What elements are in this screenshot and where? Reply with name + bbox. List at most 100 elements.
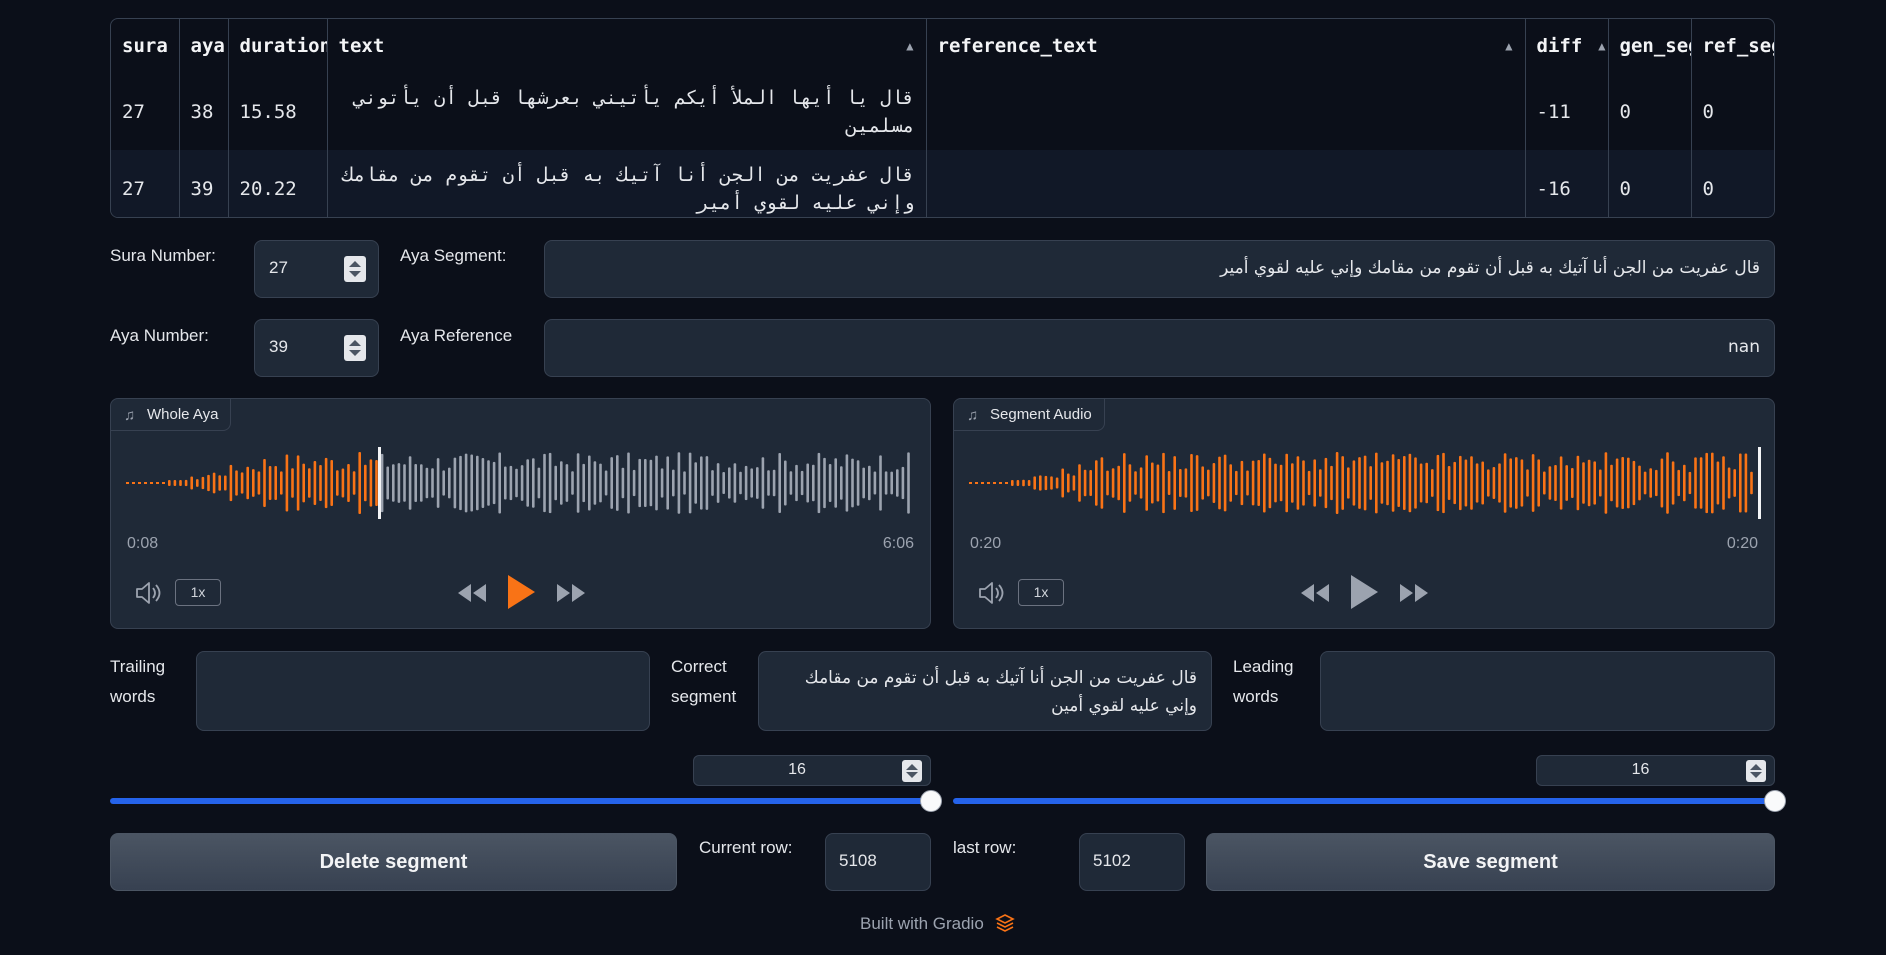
waveform-dot bbox=[1005, 482, 1008, 484]
segment-audio-waveform[interactable] bbox=[969, 447, 1761, 519]
playhead-cursor[interactable] bbox=[1758, 447, 1761, 519]
waveform-bar bbox=[179, 480, 182, 486]
aya-number-input[interactable]: 39 bbox=[254, 319, 379, 377]
whole-aya-waveform[interactable] bbox=[126, 447, 918, 519]
cell-gen-seg[interactable]: 0 bbox=[1608, 73, 1692, 150]
col-header-text[interactable]: text ▲ bbox=[327, 19, 927, 73]
sura-number-label: Sura Number: bbox=[110, 246, 216, 265]
col-header-gen-seg[interactable]: gen_seg bbox=[1608, 19, 1692, 73]
stepper-icon[interactable] bbox=[344, 335, 366, 361]
playback-speed-button[interactable]: 1x bbox=[175, 579, 221, 606]
sort-up-icon[interactable]: ▲ bbox=[1598, 39, 1605, 53]
col-header-aya[interactable]: aya bbox=[179, 19, 229, 73]
play-icon[interactable] bbox=[505, 573, 537, 611]
right-slider-thumb[interactable] bbox=[1764, 790, 1786, 812]
current-row-field[interactable]: 5108 bbox=[825, 833, 931, 891]
waveform-bar bbox=[1123, 453, 1126, 513]
correct-segment-field[interactable]: قال عفريت من الجن أنا آتيك به قبل أن تقو… bbox=[758, 651, 1212, 731]
waveform-bar bbox=[453, 457, 457, 509]
right-slider-track[interactable] bbox=[953, 798, 1775, 804]
table-row[interactable]: 27 39 20.22 قال عفريت من الجن أنا آتيك ب… bbox=[111, 150, 1774, 217]
sort-up-icon[interactable]: ▲ bbox=[1505, 39, 1512, 53]
cell-sura[interactable]: 27 bbox=[111, 73, 180, 150]
col-header-diff[interactable]: diff ▲ bbox=[1525, 19, 1609, 73]
cell-duration[interactable]: 15.58 bbox=[228, 73, 328, 150]
segment-current-time: 0:20 bbox=[970, 535, 1002, 552]
waveform-bar bbox=[1727, 467, 1731, 499]
cell-diff[interactable]: -11 bbox=[1525, 73, 1609, 150]
fast-forward-icon[interactable] bbox=[555, 581, 587, 605]
col-header-reference-text[interactable]: reference_text ▲ bbox=[926, 19, 1526, 73]
waveform-bar bbox=[728, 467, 731, 499]
playhead-cursor[interactable] bbox=[378, 447, 381, 519]
table-row[interactable]: 27 38 15.58 قال يا أيها الملأ أيكم يأتين… bbox=[111, 73, 1774, 150]
waveform-bar bbox=[431, 468, 434, 498]
left-slider-track[interactable] bbox=[110, 798, 931, 804]
waveform-bar bbox=[784, 460, 787, 506]
waveform-bar bbox=[1033, 476, 1036, 490]
cell-gen-seg[interactable]: 0 bbox=[1608, 150, 1692, 217]
col-header-ref-seg[interactable]: ref_seg bbox=[1691, 19, 1774, 73]
volume-icon[interactable] bbox=[135, 581, 163, 605]
waveform-bar bbox=[459, 455, 462, 511]
current-row-value: 5108 bbox=[839, 851, 877, 870]
waveform-bar bbox=[408, 456, 412, 510]
waveform-bar bbox=[504, 466, 507, 500]
rewind-icon[interactable] bbox=[456, 581, 488, 605]
cell-ref-seg[interactable]: 0 bbox=[1691, 73, 1774, 150]
right-slider-number-input[interactable]: 16 bbox=[1536, 755, 1775, 786]
leading-words-field[interactable] bbox=[1320, 651, 1775, 731]
sura-number-input[interactable]: 27 bbox=[254, 240, 379, 298]
footer-link[interactable]: Built with Gradio bbox=[860, 914, 1015, 934]
waveform-bar bbox=[397, 463, 401, 503]
aya-segment-field[interactable]: قال عفريت من الجن أنا آتيك به قبل أن تقو… bbox=[544, 240, 1775, 298]
cell-duration[interactable]: 20.22 bbox=[228, 150, 328, 217]
waveform-bar bbox=[207, 474, 210, 492]
waveform-bar bbox=[660, 468, 664, 498]
col-header-duration[interactable]: duration bbox=[228, 19, 328, 73]
waveform-bar bbox=[240, 472, 244, 494]
cell-reference-text[interactable] bbox=[926, 73, 1526, 150]
stepper-icon[interactable] bbox=[344, 256, 366, 282]
cell-ref-seg[interactable]: 0 bbox=[1691, 150, 1774, 217]
rewind-icon[interactable] bbox=[1299, 581, 1331, 605]
stepper-icon[interactable] bbox=[902, 760, 922, 782]
left-slider-thumb[interactable] bbox=[920, 790, 942, 812]
playback-speed-button[interactable]: 1x bbox=[1018, 579, 1064, 606]
waveform-bar bbox=[375, 460, 378, 506]
col-header-sura[interactable]: sura bbox=[111, 19, 180, 73]
cell-sura[interactable]: 27 bbox=[111, 150, 180, 217]
sort-up-icon[interactable]: ▲ bbox=[906, 39, 913, 53]
waveform-bar bbox=[1212, 462, 1216, 504]
cell-diff[interactable]: -16 bbox=[1525, 150, 1609, 217]
waveform-bar bbox=[1078, 464, 1081, 502]
aya-reference-field[interactable]: nan bbox=[544, 319, 1775, 377]
waveform-bar bbox=[425, 467, 429, 499]
cell-text[interactable]: قال عفريت من الجن أنا آتيك به قبل أن تقو… bbox=[327, 150, 927, 217]
left-slider-number-input[interactable]: 16 bbox=[693, 755, 931, 786]
waveform-bar bbox=[666, 456, 669, 510]
stepper-icon[interactable] bbox=[1746, 760, 1766, 782]
waveform-bar bbox=[1531, 454, 1535, 512]
waveform-bar bbox=[1688, 471, 1692, 495]
cell-aya[interactable]: 38 bbox=[179, 73, 229, 150]
play-icon[interactable] bbox=[1348, 573, 1380, 611]
cell-text[interactable]: قال يا أيها الملأ أيكم يأتيني بعرشها قبل… bbox=[327, 73, 927, 150]
waveform-bar bbox=[711, 470, 714, 496]
delete-segment-button[interactable]: Delete segment bbox=[110, 833, 677, 891]
waveform-bar bbox=[1739, 453, 1742, 513]
waveform-bar bbox=[901, 466, 905, 500]
last-row-field[interactable]: 5102 bbox=[1079, 833, 1185, 891]
save-segment-button[interactable]: Save segment bbox=[1206, 833, 1775, 891]
table-header-row: sura aya duration text ▲ reference_text ▲ … bbox=[111, 19, 1774, 73]
fast-forward-icon[interactable] bbox=[1398, 581, 1430, 605]
cell-reference-text[interactable] bbox=[926, 150, 1526, 217]
waveform-bar bbox=[1201, 466, 1204, 500]
trailing-words-field[interactable] bbox=[196, 651, 650, 731]
cell-aya[interactable]: 39 bbox=[179, 150, 229, 217]
waveform-bar bbox=[481, 458, 485, 508]
waveform-bar bbox=[1235, 470, 1238, 496]
volume-icon[interactable] bbox=[978, 581, 1006, 605]
waveform-bar bbox=[823, 457, 826, 509]
data-table: sura aya duration text ▲ reference_text ▲ … bbox=[110, 18, 1775, 218]
